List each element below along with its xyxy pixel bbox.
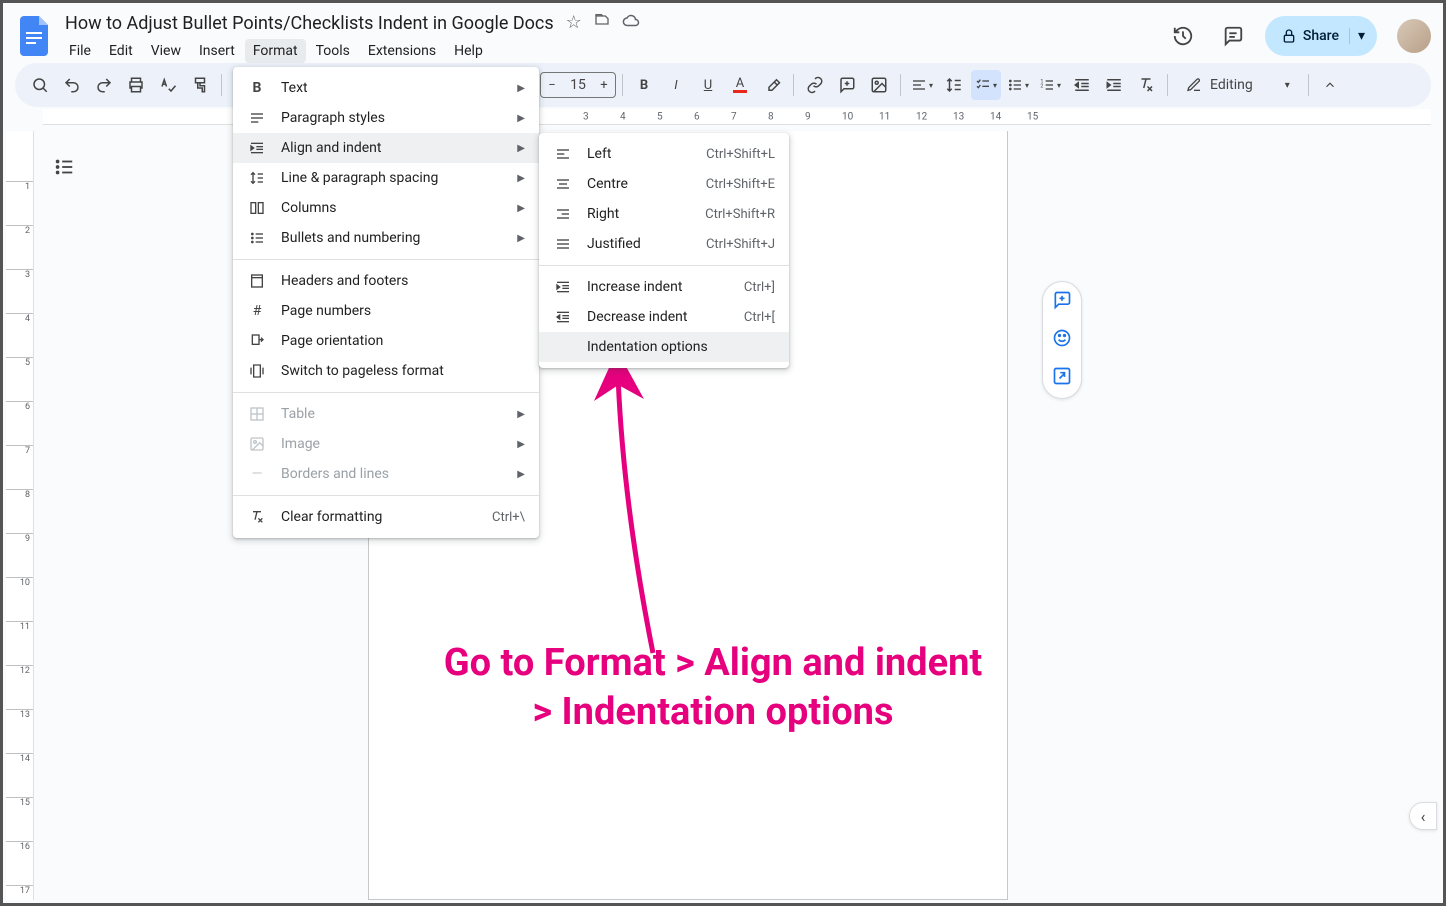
editing-mode-label: Editing [1210, 77, 1253, 93]
menu-item-pageless[interactable]: Switch to pageless format [233, 356, 539, 386]
submenu-right[interactable]: RightCtrl+Shift+R [539, 199, 789, 229]
menu-item-columns[interactable]: Columns▶ [233, 193, 539, 223]
share-button[interactable]: Share ▾ [1265, 16, 1377, 56]
move-icon[interactable] [594, 12, 610, 35]
font-size-value[interactable]: 15 [563, 77, 593, 93]
menu-format[interactable]: Format [245, 39, 306, 63]
menu-item-line-spacing[interactable]: Line & paragraph spacing▶ [233, 163, 539, 193]
bold-icon[interactable]: B [629, 70, 659, 100]
menu-item-paragraph-styles[interactable]: Paragraph styles▶ [233, 103, 539, 133]
submenu-increase-indent[interactable]: Increase indentCtrl+] [539, 272, 789, 302]
menu-item-headers-footers[interactable]: Headers and footers [233, 266, 539, 296]
add-comment-icon[interactable] [1052, 290, 1072, 314]
clear-formatting-icon[interactable] [1131, 70, 1161, 100]
redo-icon[interactable] [89, 70, 119, 100]
editing-mode-button[interactable]: Editing ▾ [1174, 70, 1302, 100]
search-icon[interactable] [25, 70, 55, 100]
format-menu: BText▶ Paragraph styles▶ Align and inden… [233, 67, 539, 538]
align-indent-submenu: LeftCtrl+Shift+L CentreCtrl+Shift+E Righ… [539, 133, 789, 368]
account-avatar[interactable] [1397, 19, 1431, 53]
suggest-edits-icon[interactable] [1052, 366, 1072, 390]
numbered-list-icon[interactable]: 12 [1035, 70, 1065, 100]
menu-item-text[interactable]: BText▶ [233, 73, 539, 103]
annotation-text: Go to Format > Align and indent > Indent… [393, 639, 1033, 738]
submenu-centre[interactable]: CentreCtrl+Shift+E [539, 169, 789, 199]
font-size-minus[interactable]: − [541, 78, 563, 93]
menu-item-bullets-numbering[interactable]: Bullets and numbering▶ [233, 223, 539, 253]
vertical-ruler[interactable]: 1234567891011121314151617 [6, 131, 34, 900]
text-color-icon[interactable]: A [725, 70, 755, 100]
history-icon[interactable] [1165, 18, 1201, 54]
menu-item-table: Table▶ [233, 399, 539, 429]
font-size-plus[interactable]: + [593, 78, 615, 93]
bulleted-list-icon[interactable] [1003, 70, 1033, 100]
menu-item-image: Image▶ [233, 429, 539, 459]
increase-indent-icon[interactable] [1099, 70, 1129, 100]
menu-insert[interactable]: Insert [191, 39, 243, 63]
menu-item-clear-formatting[interactable]: Clear formattingCtrl+\ [233, 502, 539, 532]
font-size-input[interactable]: − 15 + [540, 72, 616, 98]
menu-item-align-indent[interactable]: Align and indent▶ [233, 133, 539, 163]
document-title[interactable]: How to Adjust Bullet Points/Checklists I… [65, 13, 554, 34]
menu-item-page-orientation[interactable]: Page orientation [233, 326, 539, 356]
emoji-reaction-icon[interactable] [1052, 328, 1072, 352]
menu-item-page-numbers[interactable]: #Page numbers [233, 296, 539, 326]
menu-view[interactable]: View [143, 39, 189, 63]
share-dropdown-icon[interactable]: ▾ [1349, 28, 1365, 44]
toolbar: − 15 + B I U A 12 Editing ▾ [15, 63, 1431, 107]
insert-link-icon[interactable] [800, 70, 830, 100]
undo-icon[interactable] [57, 70, 87, 100]
comments-icon[interactable] [1215, 18, 1251, 54]
side-comment-tools [1042, 281, 1082, 399]
align-icon[interactable] [907, 70, 937, 100]
docs-logo-icon[interactable] [15, 16, 55, 56]
spellcheck-icon[interactable] [153, 70, 183, 100]
cloud-status-icon[interactable] [622, 12, 640, 35]
share-label: Share [1303, 28, 1339, 44]
decrease-indent-icon[interactable] [1067, 70, 1097, 100]
submenu-left[interactable]: LeftCtrl+Shift+L [539, 139, 789, 169]
menu-file[interactable]: File [61, 39, 99, 63]
collapse-toolbar-icon[interactable] [1315, 70, 1345, 100]
star-icon[interactable]: ☆ [566, 12, 582, 35]
menu-extensions[interactable]: Extensions [360, 39, 444, 63]
submenu-indentation-options[interactable]: Indentation options [539, 332, 789, 362]
menu-help[interactable]: Help [446, 39, 491, 63]
insert-comment-icon[interactable] [832, 70, 862, 100]
expand-sidebar-icon[interactable]: ‹ [1409, 802, 1437, 830]
menu-edit[interactable]: Edit [101, 39, 141, 63]
paint-format-icon[interactable] [185, 70, 215, 100]
menu-tools[interactable]: Tools [308, 39, 358, 63]
checklist-icon[interactable] [971, 70, 1001, 100]
svg-text:2: 2 [1040, 84, 1043, 90]
print-icon[interactable] [121, 70, 151, 100]
italic-icon[interactable]: I [661, 70, 691, 100]
insert-image-icon[interactable] [864, 70, 894, 100]
line-spacing-icon[interactable] [939, 70, 969, 100]
highlight-icon[interactable] [757, 70, 787, 100]
underline-icon[interactable]: U [693, 70, 723, 100]
submenu-justified[interactable]: JustifiedCtrl+Shift+J [539, 229, 789, 259]
menu-item-borders-lines: —Borders and lines▶ [233, 459, 539, 489]
document-outline-icon[interactable] [50, 153, 78, 181]
submenu-decrease-indent[interactable]: Decrease indentCtrl+[ [539, 302, 789, 332]
